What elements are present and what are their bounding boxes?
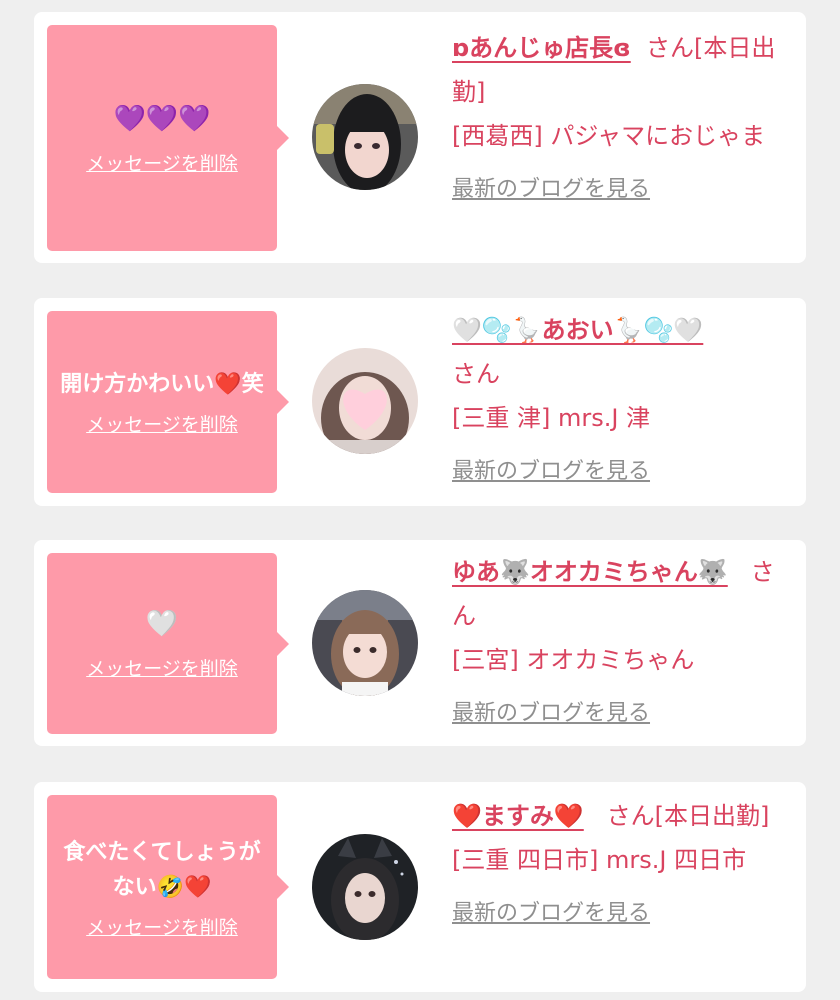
avatar-photo-icon [312, 834, 418, 940]
latest-blog-link[interactable]: 最新のブログを見る [452, 168, 650, 212]
avatar-photo-icon [312, 84, 418, 190]
girl-name-link[interactable]: ɒあんじゅ店長ɞ [452, 34, 631, 62]
shop-name: [西葛西] パジャマにおじゃま [452, 122, 766, 150]
avatar[interactable] [312, 84, 418, 190]
message-card: 🤍 メッセージを削除 ゆあ🐺オオカミちゃん🐺 さん [三宮] オオカミちゃん 最… [34, 540, 806, 746]
honorific: さん [452, 360, 500, 388]
message-bubble: 🤍 メッセージを削除 [47, 553, 289, 734]
avatar[interactable] [312, 348, 418, 454]
shop-name: [三重 津] mrs.J 津 [452, 404, 651, 432]
girl-info: ɒあんじゅ店長ɞ さん[本日出勤] [西葛西] パジャマにおじゃま 最新のブログ… [452, 26, 792, 212]
delete-message-link[interactable]: メッセージを削除 [86, 654, 238, 681]
shop-name: [三宮] オオカミちゃん [452, 646, 695, 674]
honorific: さん [646, 34, 694, 62]
delete-message-link[interactable]: メッセージを削除 [86, 913, 238, 940]
latest-blog-link[interactable]: 最新のブログを見る [452, 892, 650, 936]
message-bubble: 食べたくてしょうがない🤣❤️ メッセージを削除 [47, 795, 289, 979]
message-text: 開け方かわいい❤️笑 [60, 372, 264, 397]
message-text: 🤍 [145, 609, 179, 639]
name-line: 🤍🫧🪿あおい🪿🫧🤍 さん [452, 308, 792, 396]
latest-blog-link[interactable]: 最新のブログを見る [452, 450, 650, 494]
message-bubble: 💜💜💜 メッセージを削除 [47, 25, 289, 251]
avatar-photo-icon [312, 590, 418, 696]
delete-message-link[interactable]: メッセージを削除 [86, 149, 238, 176]
avatar[interactable] [312, 590, 418, 696]
girl-name-link[interactable]: ゆあ🐺オオカミちゃん🐺 [452, 558, 728, 586]
girl-name-link[interactable]: ❤️ますみ❤️ [452, 802, 584, 830]
name-line: ゆあ🐺オオカミちゃん🐺 さん [452, 550, 792, 638]
shop-name: [三重 四日市] mrs.J 四日市 [452, 846, 747, 874]
delete-message-link[interactable]: メッセージを削除 [86, 410, 238, 437]
girl-name-link[interactable]: 🤍🫧🪿あおい🪿🫧🤍 [452, 316, 703, 344]
honorific: さん [606, 802, 655, 830]
latest-blog-link[interactable]: 最新のブログを見る [452, 692, 650, 736]
girl-info: ❤️ますみ❤️ さん[本日出勤] [三重 四日市] mrs.J 四日市 最新のブ… [452, 794, 792, 936]
name-line: ɒあんじゅ店長ɞ さん[本日出勤] [452, 26, 792, 114]
girl-info: ゆあ🐺オオカミちゃん🐺 さん [三宮] オオカミちゃん 最新のブログを見る [452, 550, 792, 736]
message-card: 開け方かわいい❤️笑 メッセージを削除 🤍🫧🪿あおい🪿🫧🤍 さん [三重 津] … [34, 298, 806, 506]
name-line: ❤️ますみ❤️ さん[本日出勤] [452, 794, 792, 838]
work-status: [本日出勤] [654, 802, 770, 830]
message-card: 💜💜💜 メッセージを削除 ɒあんじゅ店長ɞ さん[本日出勤] [西葛西] パジャ… [34, 12, 806, 263]
avatar[interactable] [312, 834, 418, 940]
message-text: 💜💜💜 [113, 103, 211, 134]
message-text: 食べたくてしょうがない🤣❤️ [63, 839, 261, 900]
message-bubble: 開け方かわいい❤️笑 メッセージを削除 [47, 311, 289, 493]
message-card: 食べたくてしょうがない🤣❤️ メッセージを削除 ❤️ますみ❤️ さん[本日出勤]… [34, 782, 806, 992]
avatar-heart-sticker-icon [312, 348, 418, 454]
girl-info: 🤍🫧🪿あおい🪿🫧🤍 さん [三重 津] mrs.J 津 最新のブログを見る [452, 308, 792, 494]
